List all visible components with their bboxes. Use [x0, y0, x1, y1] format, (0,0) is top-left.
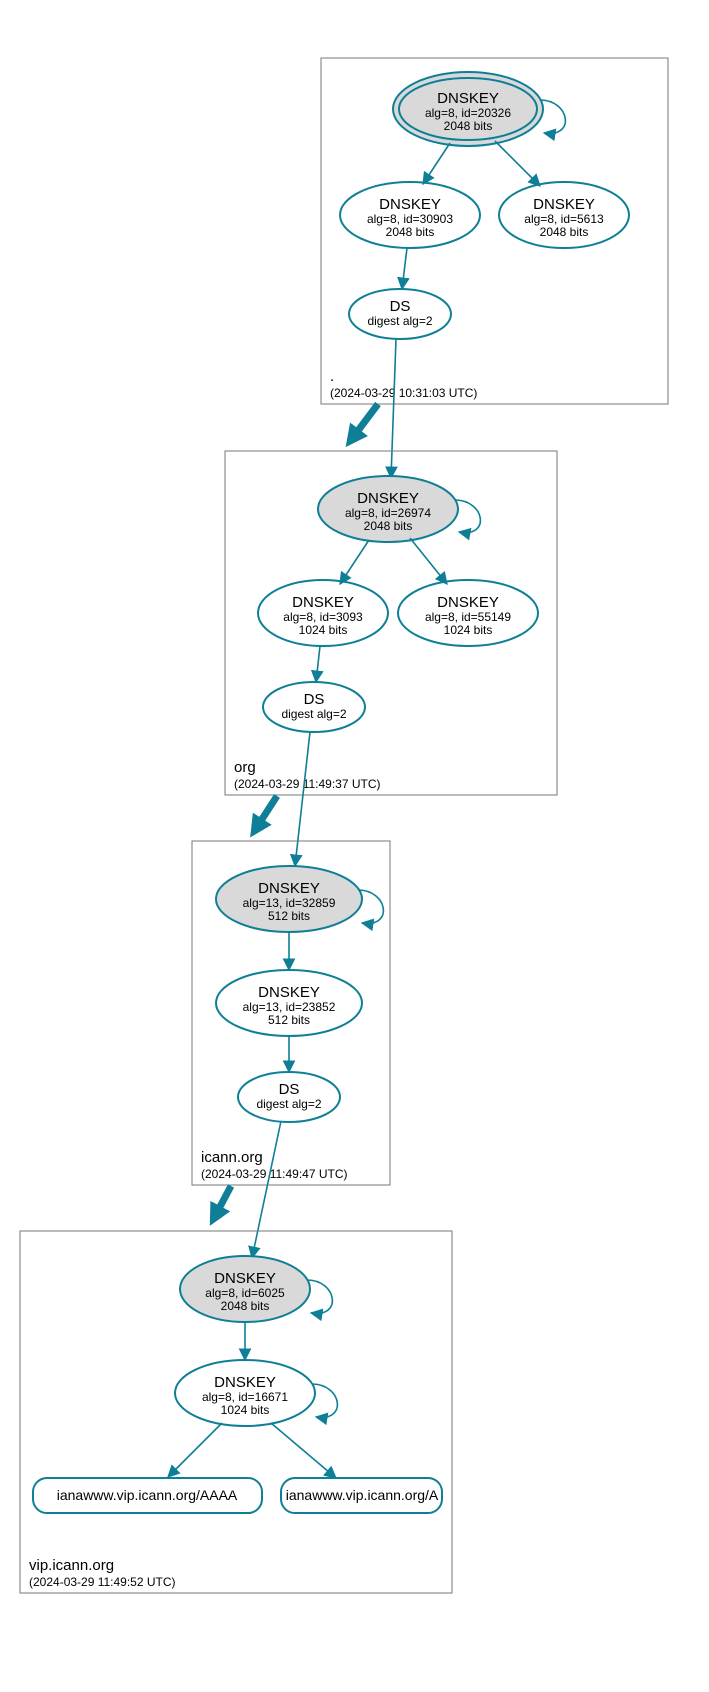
zone-icann: icann.org (2024-03-29 11:49:47 UTC) DNSK…	[192, 841, 390, 1185]
svg-text:DS: DS	[279, 1081, 300, 1098]
zone-root-label: .	[330, 368, 334, 385]
vip-zsk-node: DNSKEY alg=8, id=16671 1024 bits	[175, 1360, 315, 1426]
svg-text:1024 bits: 1024 bits	[444, 623, 493, 637]
svg-text:DNSKEY: DNSKEY	[437, 90, 499, 107]
edge-root-deleg-to-org	[351, 404, 378, 440]
edge-org-ksk-to-zsk2	[410, 538, 447, 584]
svg-text:2048 bits: 2048 bits	[540, 225, 589, 239]
edge-org-ksk-to-zsk1	[340, 540, 369, 584]
org-zsk1-node: DNSKEY alg=8, id=3093 1024 bits	[258, 580, 388, 646]
svg-text:DNSKEY: DNSKEY	[292, 594, 354, 611]
vip-rr-a: ianawww.vip.icann.org/A	[281, 1478, 442, 1513]
edge-org-zsk1-to-ds	[316, 646, 320, 682]
zone-icann-timestamp: (2024-03-29 11:49:47 UTC)	[201, 1167, 348, 1181]
svg-text:digest alg=2: digest alg=2	[367, 314, 432, 328]
org-ksk-selfloop	[455, 500, 480, 533]
edge-vip-zsk-to-aaaa	[168, 1423, 222, 1477]
vip-ksk-selfloop	[307, 1280, 332, 1313]
svg-text:DNSKEY: DNSKEY	[214, 1270, 276, 1287]
svg-text:2048 bits: 2048 bits	[364, 519, 413, 533]
svg-text:alg=8, id=16671: alg=8, id=16671	[202, 1390, 288, 1404]
icann-ds-node: DS digest alg=2	[238, 1072, 340, 1122]
svg-text:alg=8, id=55149: alg=8, id=55149	[425, 610, 511, 624]
svg-text:2048 bits: 2048 bits	[221, 1299, 270, 1313]
edge-org-deleg-to-icann	[255, 796, 277, 830]
edge-vip-zsk-to-a	[271, 1423, 336, 1478]
zone-icann-label: icann.org	[201, 1149, 263, 1166]
svg-text:alg=8, id=30903: alg=8, id=30903	[367, 212, 453, 226]
vip-zsk-selfloop	[312, 1384, 337, 1417]
edge-icann-ds-to-vip-ksk	[252, 1121, 281, 1258]
svg-text:2048 bits: 2048 bits	[444, 119, 493, 133]
svg-text:1024 bits: 1024 bits	[221, 1403, 270, 1417]
svg-text:alg=8, id=5613: alg=8, id=5613	[524, 212, 604, 226]
svg-text:ianawww.vip.icann.org/AAAA: ianawww.vip.icann.org/AAAA	[57, 1487, 238, 1503]
edge-org-ds-to-icann-ksk	[295, 732, 310, 866]
svg-text:DNSKEY: DNSKEY	[533, 196, 595, 213]
edge-icann-deleg-to-vip	[214, 1186, 231, 1218]
svg-text:digest alg=2: digest alg=2	[281, 707, 346, 721]
zone-vip-label: vip.icann.org	[29, 1557, 114, 1574]
vip-ksk-node: DNSKEY alg=8, id=6025 2048 bits	[180, 1256, 310, 1322]
dnssec-diagram: . (2024-03-29 10:31:03 UTC) DNSKEY alg=8…	[0, 0, 709, 1692]
root-zsk2-node: DNSKEY alg=8, id=5613 2048 bits	[499, 182, 629, 248]
svg-text:DNSKEY: DNSKEY	[357, 490, 419, 507]
svg-text:alg=8, id=6025: alg=8, id=6025	[205, 1286, 285, 1300]
org-zsk2-node: DNSKEY alg=8, id=55149 1024 bits	[398, 580, 538, 646]
zone-org: org (2024-03-29 11:49:37 UTC) DNSKEY alg…	[225, 451, 557, 795]
zone-org-timestamp: (2024-03-29 11:49:37 UTC)	[234, 777, 381, 791]
edge-root-ksk-to-zsk2	[495, 141, 540, 186]
zone-org-label: org	[234, 759, 256, 776]
edge-root-ds-to-org-ksk	[391, 339, 396, 478]
svg-text:DNSKEY: DNSKEY	[379, 196, 441, 213]
zone-vip: vip.icann.org (2024-03-29 11:49:52 UTC) …	[20, 1231, 452, 1593]
svg-text:DNSKEY: DNSKEY	[258, 880, 320, 897]
org-ksk-node: DNSKEY alg=8, id=26974 2048 bits	[318, 476, 458, 542]
svg-text:DS: DS	[390, 298, 411, 315]
svg-text:1024 bits: 1024 bits	[299, 623, 348, 637]
org-ds-node: DS digest alg=2	[263, 682, 365, 732]
svg-text:DNSKEY: DNSKEY	[258, 984, 320, 1001]
svg-text:alg=13, id=32859: alg=13, id=32859	[243, 896, 336, 910]
svg-text:alg=13, id=23852: alg=13, id=23852	[243, 1000, 336, 1014]
icann-ksk-node: DNSKEY alg=13, id=32859 512 bits	[216, 866, 362, 932]
edge-root-zsk1-to-ds	[402, 248, 407, 289]
svg-text:DNSKEY: DNSKEY	[214, 1374, 276, 1391]
svg-text:digest alg=2: digest alg=2	[256, 1097, 321, 1111]
root-zsk1-node: DNSKEY alg=8, id=30903 2048 bits	[340, 182, 480, 248]
zone-vip-timestamp: (2024-03-29 11:49:52 UTC)	[29, 1575, 176, 1589]
zone-root: . (2024-03-29 10:31:03 UTC) DNSKEY alg=8…	[321, 58, 668, 404]
icann-zsk-node: DNSKEY alg=13, id=23852 512 bits	[216, 970, 362, 1036]
root-ksk-node: DNSKEY alg=8, id=20326 2048 bits	[393, 72, 543, 146]
root-ds-node: DS digest alg=2	[349, 289, 451, 339]
root-ksk-selfloop	[540, 100, 565, 133]
svg-text:DNSKEY: DNSKEY	[437, 594, 499, 611]
svg-text:alg=8, id=26974: alg=8, id=26974	[345, 506, 431, 520]
edge-root-ksk-to-zsk1	[423, 143, 450, 184]
svg-text:DS: DS	[304, 691, 325, 708]
svg-text:512 bits: 512 bits	[268, 909, 310, 923]
svg-text:512 bits: 512 bits	[268, 1013, 310, 1027]
svg-text:alg=8, id=20326: alg=8, id=20326	[425, 106, 511, 120]
zone-root-timestamp: (2024-03-29 10:31:03 UTC)	[330, 386, 477, 400]
svg-text:2048 bits: 2048 bits	[386, 225, 435, 239]
svg-text:alg=8, id=3093: alg=8, id=3093	[283, 610, 363, 624]
vip-rr-aaaa: ianawww.vip.icann.org/AAAA	[33, 1478, 262, 1513]
svg-text:ianawww.vip.icann.org/A: ianawww.vip.icann.org/A	[286, 1487, 439, 1503]
